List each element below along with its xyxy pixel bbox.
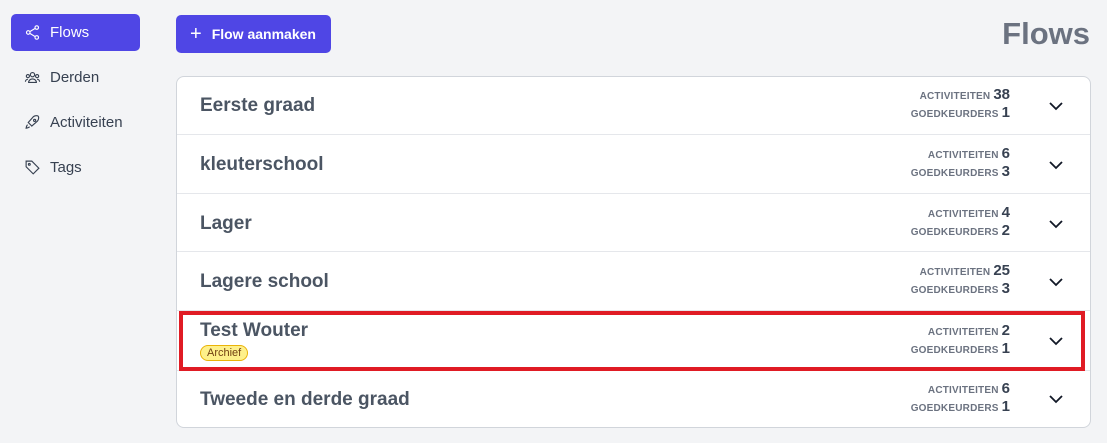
flow-name: Test Wouter (200, 320, 309, 341)
approvers-label: GOEDKEURDERS (910, 168, 999, 179)
approvers-count: 3 (1001, 280, 1010, 297)
flow-name: kleuterschool (200, 154, 324, 175)
flow-name: Eerste graad (200, 95, 316, 116)
sidebar-item-label: Tags (50, 159, 82, 176)
sidebar: Flows Derden Activiteiten Tags (11, 14, 140, 194)
sidebar-item-flows[interactable]: Flows (11, 14, 140, 51)
flows-list: Eerste graad ACTIVITEITEN 38 GOEDKEURDERS… (176, 76, 1091, 428)
rocket-icon (25, 115, 40, 129)
activities-count: 38 (993, 86, 1010, 103)
flow-row[interactable]: Lagere school ACTIVITEITEN 25 GOEDKEURDER… (177, 252, 1090, 311)
create-flow-button[interactable]: + Flow aanmaken (176, 15, 331, 53)
activities-count: 6 (1001, 145, 1010, 162)
flow-stats: ACTIVITEITEN 6 GOEDKEURDERS 3 (911, 145, 1010, 181)
flow-row[interactable]: Lager ACTIVITEITEN 4 GOEDKEURDERS 2 (177, 194, 1090, 252)
flow-name: Lager (200, 213, 252, 234)
activities-count: 6 (1001, 380, 1010, 397)
plus-icon: + (190, 23, 202, 45)
activities-label: ACTIVITEITEN (919, 267, 991, 278)
approvers-label: GOEDKEURDERS (910, 345, 999, 356)
activities-label: ACTIVITEITEN (919, 91, 991, 102)
share-icon (25, 25, 40, 40)
flow-row[interactable]: Eerste graad ACTIVITEITEN 38 GOEDKEURDERS… (177, 77, 1090, 135)
flow-name: Lagere school (200, 271, 329, 292)
approvers-count: 3 (1001, 163, 1010, 180)
flow-stats: ACTIVITEITEN 25 GOEDKEURDERS 3 (911, 262, 1010, 298)
flow-row[interactable]: Test Wouter Archief ACTIVITEITEN 2 GOEDKE… (177, 311, 1090, 371)
flow-stats: ACTIVITEITEN 38 GOEDKEURDERS 1 (911, 86, 1010, 122)
sidebar-item-tags[interactable]: Tags (11, 149, 140, 186)
flow-row[interactable]: Tweede en derde graad ACTIVITEITEN 6 GOED… (177, 371, 1090, 427)
sidebar-item-label: Activiteiten (50, 114, 123, 131)
activities-label: ACTIVITEITEN (927, 385, 999, 396)
approvers-count: 1 (1001, 340, 1010, 357)
flow-stats: ACTIVITEITEN 4 GOEDKEURDERS 2 (911, 204, 1010, 240)
approvers-count: 1 (1001, 398, 1010, 415)
approvers-label: GOEDKEURDERS (910, 285, 999, 296)
sidebar-item-activiteiten[interactable]: Activiteiten (11, 104, 140, 141)
activities-count: 25 (993, 262, 1010, 279)
chevron-down-icon[interactable] (1046, 389, 1066, 409)
sidebar-item-label: Flows (50, 24, 90, 41)
activities-count: 2 (1001, 322, 1010, 339)
flow-stats: ACTIVITEITEN 6 GOEDKEURDERS 1 (911, 380, 1010, 416)
approvers-label: GOEDKEURDERS (910, 403, 999, 414)
chevron-down-icon[interactable] (1046, 155, 1066, 175)
approvers-count: 1 (1001, 104, 1010, 121)
flow-stats: ACTIVITEITEN 2 GOEDKEURDERS 1 (911, 322, 1010, 358)
chevron-down-icon[interactable] (1046, 96, 1066, 116)
approvers-label: GOEDKEURDERS (910, 109, 999, 120)
create-flow-label: Flow aanmaken (211, 26, 316, 42)
chevron-down-icon[interactable] (1046, 272, 1066, 292)
approvers-count: 2 (1001, 222, 1010, 239)
page-title: Flows (1002, 16, 1090, 51)
activities-count: 4 (1001, 204, 1010, 221)
tag-icon (25, 160, 40, 175)
activities-label: ACTIVITEITEN (927, 150, 999, 161)
activities-label: ACTIVITEITEN (927, 327, 999, 338)
activities-label: ACTIVITEITEN (927, 209, 999, 220)
users-icon (24, 71, 41, 84)
sidebar-item-derden[interactable]: Derden (11, 59, 140, 96)
flow-row[interactable]: kleuterschool ACTIVITEITEN 6 GOEDKEURDERS… (177, 135, 1090, 194)
sidebar-item-label: Derden (50, 69, 100, 86)
flow-name: Tweede en derde graad (200, 389, 410, 410)
archive-badge: Archief (200, 345, 249, 361)
chevron-down-icon[interactable] (1046, 331, 1066, 351)
chevron-down-icon[interactable] (1046, 214, 1066, 234)
approvers-label: GOEDKEURDERS (910, 227, 999, 238)
